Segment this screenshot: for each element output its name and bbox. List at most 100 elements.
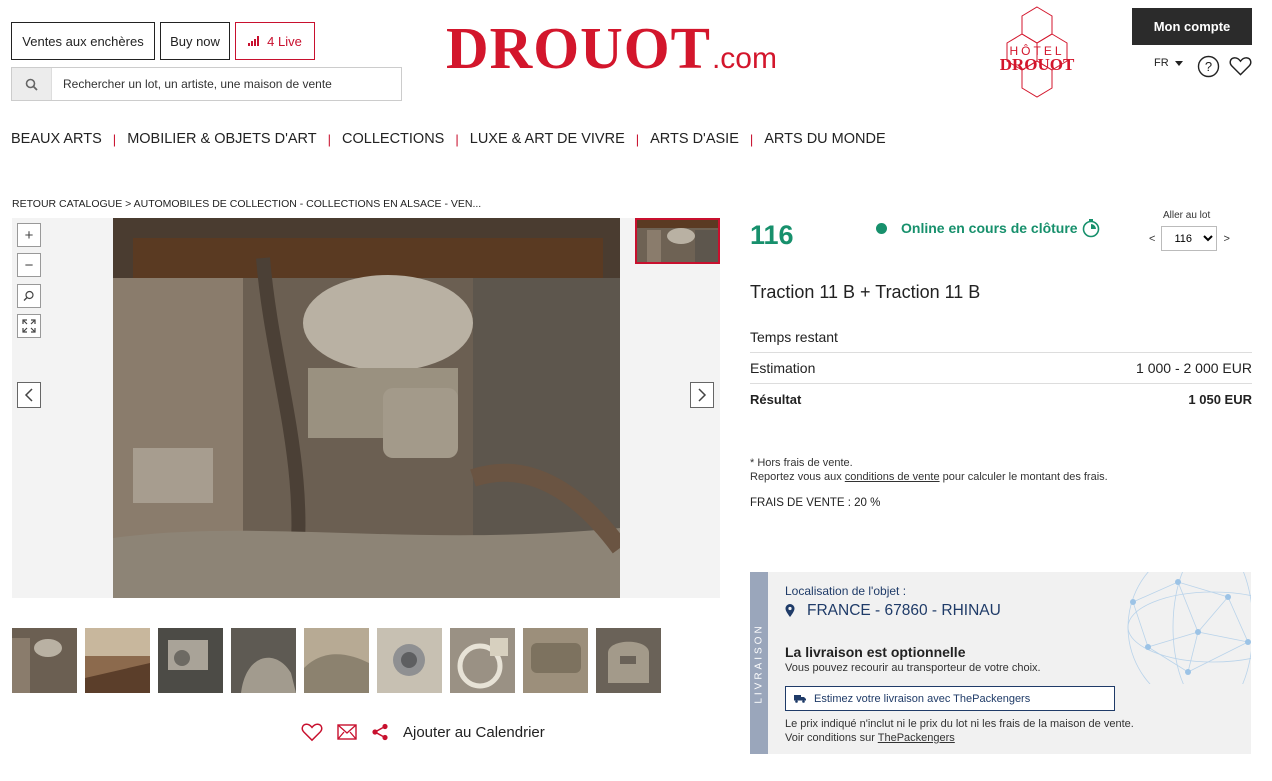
thumbnail-strip [12,628,661,693]
live-label: 4 Live [267,33,302,49]
mon-compte-label: Mon compte [1153,19,1231,34]
lot-actions: Ajouter au Calendrier [301,722,545,742]
status-dot-icon [876,222,887,234]
map-pin-icon [785,604,795,617]
search-input[interactable] [52,68,401,100]
nav-item-collections[interactable]: COLLECTIONS [342,131,444,147]
next-image-button[interactable] [690,382,714,408]
nav-item-beaux-arts[interactable]: BEAUX ARTS [11,131,102,147]
estimate-delivery-label: Estimez votre livraison avec ThePackenge… [814,692,1031,705]
share-icon[interactable] [371,723,389,741]
nav-item-mobilier[interactable]: MOBILIER & OBJETS D'ART [127,131,316,147]
zoom-out-button[interactable]: − [17,253,41,277]
current-image-thumbnail[interactable] [635,218,720,264]
nav-item-arts-monde[interactable]: ARTS DU MONDE [764,131,885,147]
thumbnail[interactable] [85,628,150,693]
lot-info-table: Temps restant Estimation 1 000 - 2 000 E… [750,322,1252,415]
favorite-heart-icon[interactable] [301,722,323,742]
truck-icon [794,695,806,703]
estimate-delivery-button[interactable]: Estimez votre livraison avec ThePackenge… [785,686,1115,711]
magnifier-icon [23,290,34,301]
next-lot-button[interactable]: > [1223,233,1229,245]
delivery-optional-title: La livraison est optionnelle [785,644,966,660]
location-label: Localisation de l'objet : [785,584,907,598]
category-nav: BEAUX ARTS | MOBILIER & OBJETS D'ART | C… [11,131,886,147]
disclaimer-line2: Voir conditions sur [785,732,878,744]
thumbnail[interactable] [12,628,77,693]
nav-separator: | [112,131,117,147]
expand-icon [22,319,36,333]
time-remaining-row: Temps restant [750,322,1252,353]
logo-main-text: DROUOT [446,15,711,81]
thumbnail[interactable] [450,628,515,693]
zoom-out-glyph: − [24,256,34,274]
thumbnail[interactable] [523,628,588,693]
delivery-side-label: LIVRAISON [753,622,765,704]
favorites-heart-icon[interactable] [1229,55,1252,77]
logo-tld-text: .com [711,42,777,75]
estimate-label: Estimation [750,360,816,376]
thepackengers-link[interactable]: ThePackengers [878,732,955,744]
breadcrumb[interactable]: RETOUR CATALOGUE > AUTOMOBILES DE COLLEC… [12,198,481,210]
delivery-optional-subtitle: Vous pouvez recourir au transporteur de … [785,662,1041,674]
email-icon[interactable] [337,724,357,740]
fees-note-text-b: pour calculer le montant des frais. [939,471,1108,483]
delivery-panel: LIVRAISON Localisation de l'objet : FRAN… [750,572,1251,754]
network-globe-graphic [1127,572,1251,684]
nav-separator: | [635,131,640,147]
previous-lot-button[interactable]: < [1149,233,1155,245]
disclaimer-line1: Le prix indiqué n'inclut ni le prix du l… [785,718,1134,730]
nav-separator: | [327,131,332,147]
mon-compte-button[interactable]: Mon compte [1132,8,1252,45]
delivery-disclaimer: Le prix indiqué n'inclut ni le prix du l… [785,717,1134,745]
result-row: Résultat 1 050 EUR [750,384,1252,415]
chevron-right-icon [698,388,707,402]
lot-title: Traction 11 B + Traction 11 B [750,282,981,302]
location-text: FRANCE - 67860 - RHINAU [807,602,1001,619]
zoom-in-glyph: + [24,226,34,244]
fees-note-line1: * Hors frais de vente. [750,457,853,469]
main-lot-photo[interactable] [113,218,620,598]
signal-icon [248,36,260,46]
zoom-in-button[interactable]: + [17,223,41,247]
thumbnail[interactable] [596,628,661,693]
hotel-drouot-logo[interactable]: HÔTEL DROUOT [990,6,1084,98]
buy-now-label: Buy now [170,33,220,49]
live-button[interactable]: 4 Live [235,22,315,60]
add-to-calendar-link[interactable]: Ajouter au Calendrier [403,724,545,741]
goto-lot-control: < 116 > [1149,226,1230,251]
search-icon[interactable] [12,68,52,100]
language-label: FR [1154,57,1169,69]
chevron-left-icon [24,388,33,402]
delivery-side-tab: LIVRAISON [750,572,768,754]
nav-item-arts-asie[interactable]: ARTS D'ASIE [650,131,739,147]
svg-text:?: ? [1205,59,1212,74]
drouot-logo[interactable]: DROUOT .com [446,14,777,83]
location-value: FRANCE - 67860 - RHINAU [785,602,1001,620]
nav-item-luxe[interactable]: LUXE & ART DE VIVRE [470,131,625,147]
help-icon[interactable]: ? [1197,55,1220,78]
result-value: 1 050 EUR [1188,392,1252,407]
fullscreen-button[interactable] [17,314,41,338]
buy-now-button[interactable]: Buy now [160,22,230,60]
ventes-aux-encheres-button[interactable]: Ventes aux enchères [11,22,155,60]
fees-note-text-a: Reportez vous aux [750,471,845,483]
hotel-logo-line2: DROUOT [1000,55,1075,74]
image-viewer: + − [12,218,720,598]
nav-separator: | [455,131,459,147]
ventes-label: Ventes aux enchères [22,33,144,49]
status-label: Online en cours de clôture [901,220,1078,236]
estimate-row: Estimation 1 000 - 2 000 EUR [750,353,1252,384]
goto-lot-select[interactable]: 116 [1161,226,1218,251]
lot-status: Online en cours de clôture [876,218,1101,238]
thumbnail[interactable] [158,628,223,693]
previous-image-button[interactable] [17,382,41,408]
thumbnail[interactable] [304,628,369,693]
language-selector[interactable]: FR [1154,57,1183,69]
zoom-reset-button[interactable] [17,284,41,308]
search-bar [11,67,402,101]
conditions-de-vente-link[interactable]: conditions de vente [845,471,940,483]
nav-separator: | [749,131,754,147]
thumbnail[interactable] [377,628,442,693]
thumbnail[interactable] [231,628,296,693]
